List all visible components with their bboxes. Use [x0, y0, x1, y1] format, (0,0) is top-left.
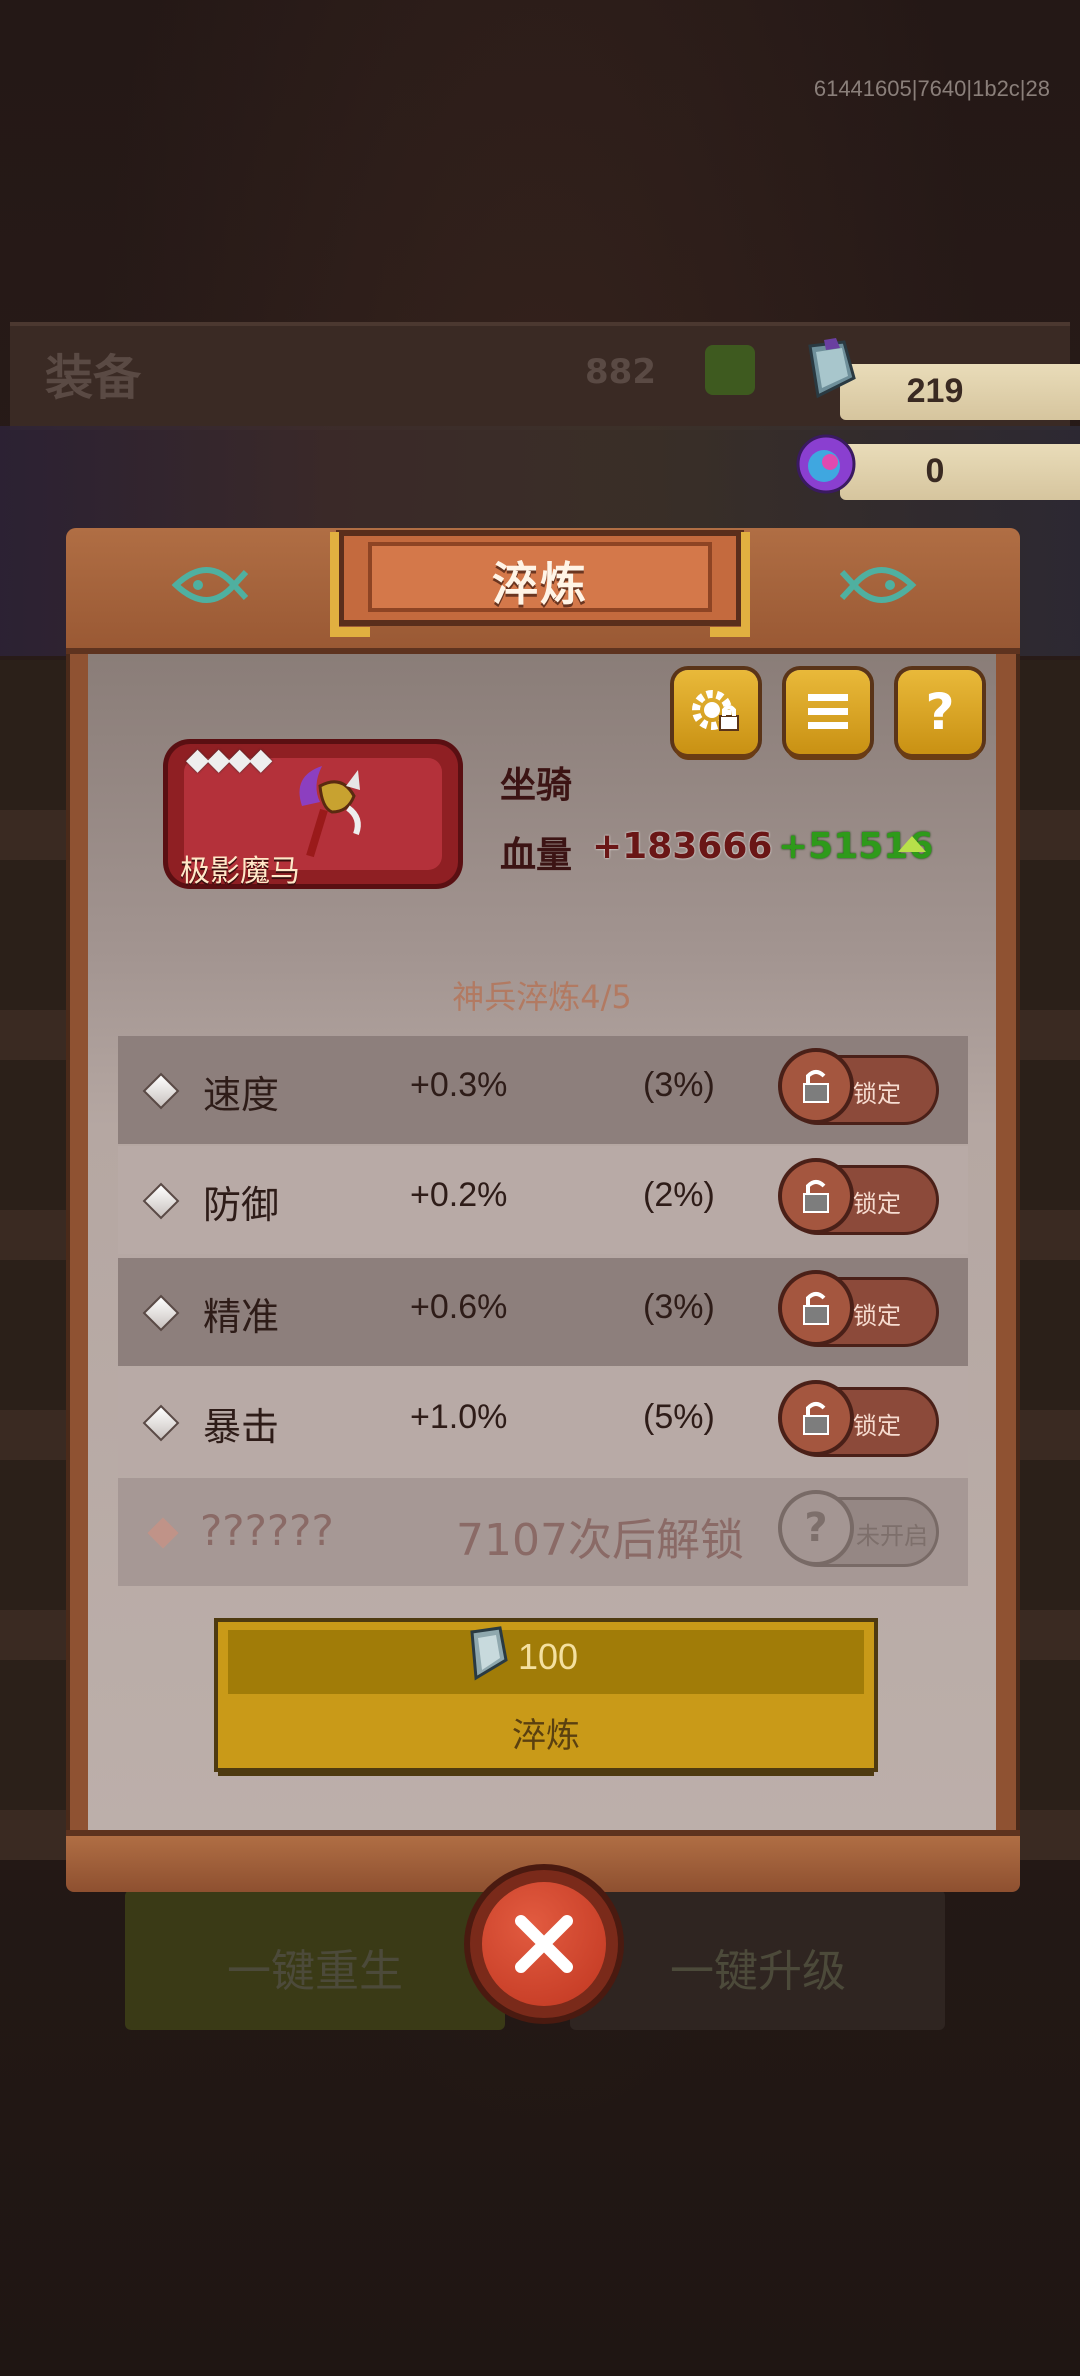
- background-upgrade-label: 一键升级: [670, 1946, 846, 1997]
- locked-stat-name: ??????: [200, 1506, 334, 1555]
- stat-name: 暴击: [203, 1405, 280, 1449]
- stat-max: (5%): [643, 1398, 715, 1436]
- stat-name: 精准: [203, 1295, 280, 1339]
- background-rebirth-label: 一键重生: [227, 1946, 403, 1997]
- diamond-icon: [147, 1517, 179, 1549]
- refine-cost: 100: [518, 1636, 579, 1677]
- orb-count: 0: [925, 452, 945, 490]
- gear-lock-icon: [692, 690, 739, 731]
- stat-max: (3%): [643, 1288, 715, 1326]
- hp-value: +183666: [592, 826, 773, 867]
- stat-row-defense: 防御 +0.2% (2%) 锁定: [118, 1146, 968, 1254]
- unlock-icon: [782, 1162, 850, 1230]
- question-icon: ?: [782, 1494, 850, 1562]
- stat-max: (3%): [643, 1066, 715, 1104]
- diamond-icon: [142, 1072, 180, 1110]
- fish-ornament-icon: [840, 567, 917, 603]
- background-list-right: [1020, 660, 1080, 1860]
- background-title: 装备: [45, 350, 142, 406]
- diamond-icon: [142, 1294, 180, 1332]
- stat-value: +1.0%: [410, 1398, 508, 1436]
- stat-name: 防御: [203, 1183, 280, 1227]
- refine-progress-title: 神兵淬炼4/5: [452, 978, 632, 1016]
- stat-name: 速度: [203, 1073, 280, 1117]
- background-power: 882: [585, 352, 656, 392]
- background-list-left: [0, 660, 70, 1860]
- fish-ornament-icon: [171, 567, 248, 603]
- stat-max: (2%): [643, 1176, 715, 1214]
- item-type: 坐骑: [500, 765, 573, 806]
- lock-label: 锁定: [853, 1412, 901, 1440]
- stat-row-crit: 暴击 +1.0% (5%) 锁定: [118, 1368, 968, 1476]
- stat-value: +0.3%: [410, 1066, 508, 1104]
- question-icon: ?: [925, 683, 955, 741]
- unlock-icon: [782, 1384, 850, 1452]
- stat-row-accuracy: 精准 +0.6% (3%) 锁定: [118, 1258, 968, 1366]
- lock-label: 锁定: [853, 1190, 901, 1218]
- unlock-requirement: 7107次后解锁: [456, 1515, 744, 1566]
- gear-lock-button[interactable]: [674, 670, 758, 754]
- lock-label: 锁定: [853, 1302, 901, 1330]
- dialog-title: 淬炼: [492, 557, 588, 611]
- stat-value: +0.6%: [410, 1288, 508, 1326]
- diamond-icon: [142, 1182, 180, 1220]
- hp-label: 血量: [500, 835, 573, 876]
- not-open-label: 未开启: [856, 1522, 928, 1550]
- stat-value: +0.2%: [410, 1176, 508, 1214]
- close-icon[interactable]: [482, 1882, 606, 2006]
- item-name: 极影魔马: [180, 854, 300, 889]
- debug-id: 61441605|7640|1b2c|28: [813, 76, 1050, 101]
- menu-icon: [808, 694, 848, 729]
- stat-row-locked: ?????? 7107次后解锁 ? 未开启: [118, 1478, 968, 1586]
- menu-button[interactable]: [786, 670, 870, 754]
- background-plus-icon: [705, 345, 755, 395]
- refine-label: 淬炼: [512, 1716, 580, 1756]
- unlock-icon: [782, 1274, 850, 1342]
- arrow-up-icon: [898, 836, 926, 852]
- diamond-icon: [142, 1404, 180, 1442]
- help-button[interactable]: ?: [898, 670, 982, 754]
- stat-row-speed: 速度 +0.3% (3%) 锁定: [118, 1036, 968, 1144]
- crystal-count: 219: [906, 372, 964, 410]
- unlock-icon: [782, 1052, 850, 1120]
- lock-label: 锁定: [853, 1080, 901, 1108]
- crystal-icon: [470, 1626, 508, 1681]
- item-stars: ◆◆◆◆: [186, 742, 272, 777]
